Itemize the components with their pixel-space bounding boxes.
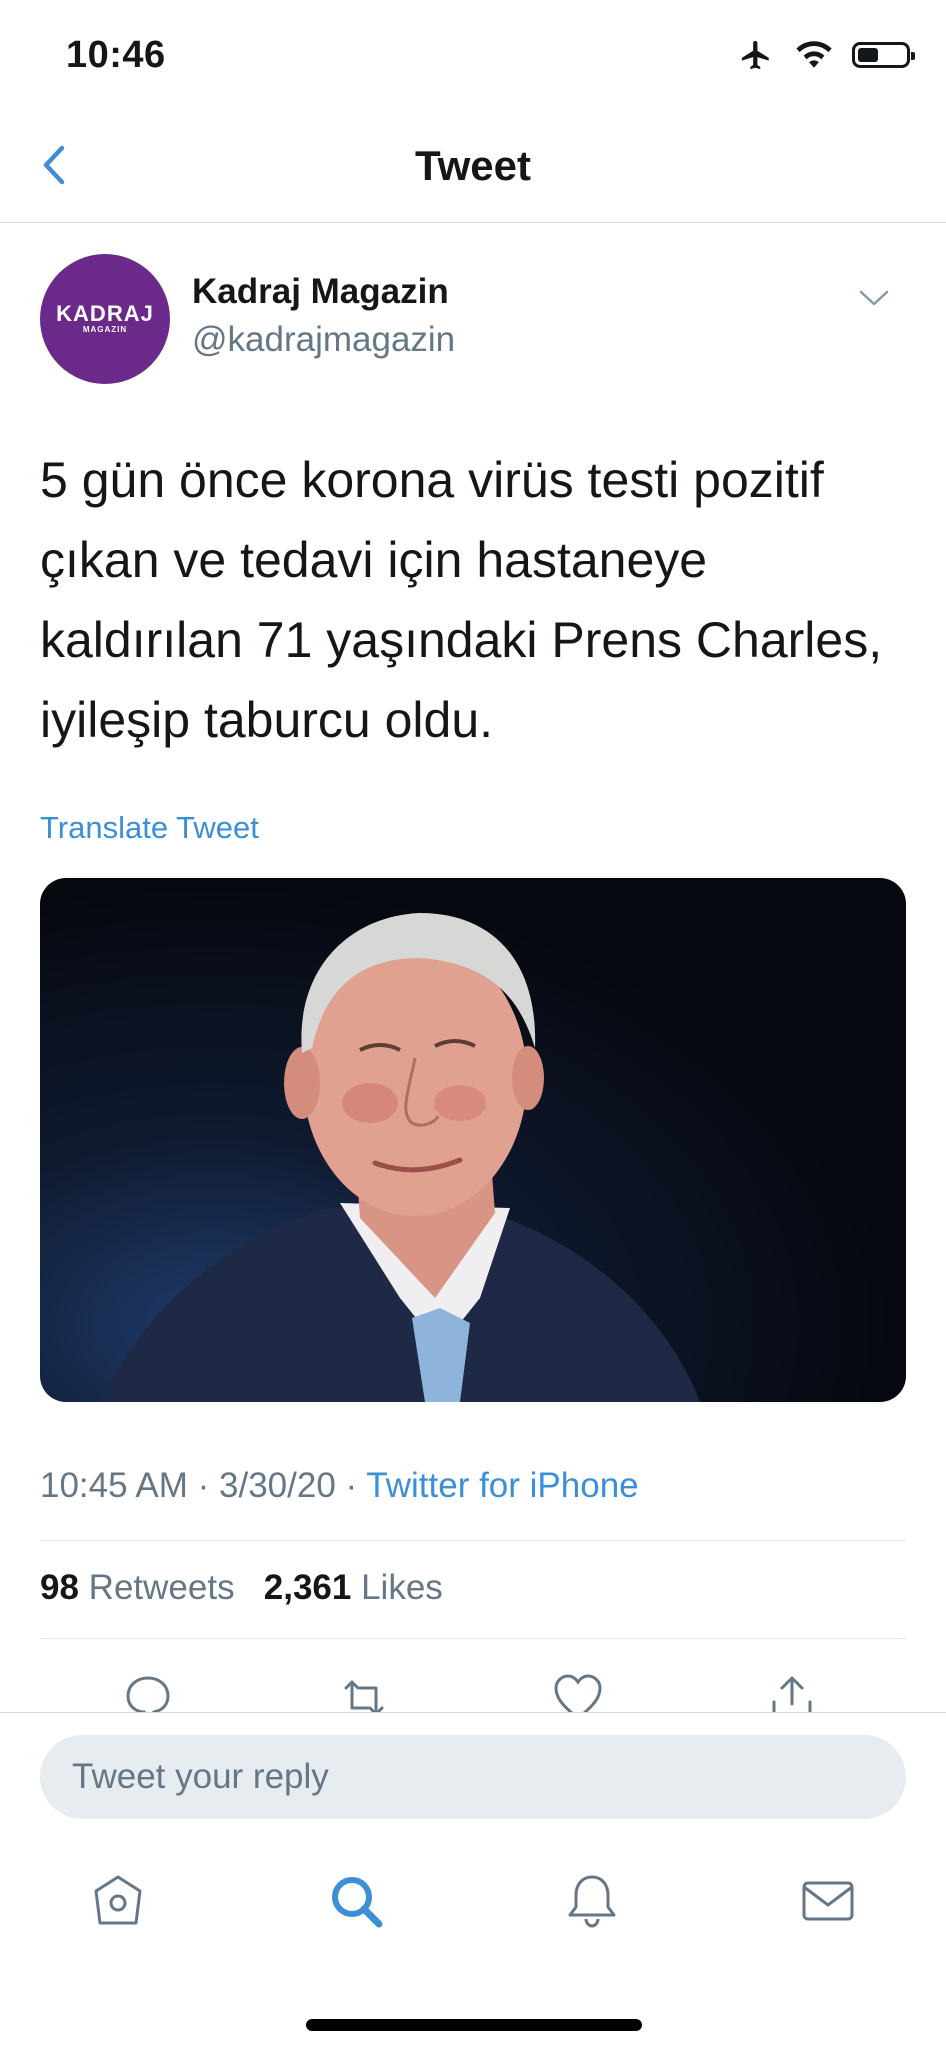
reply-input[interactable]	[40, 1735, 906, 1819]
divider	[40, 1540, 906, 1541]
nav-header: Tweet	[0, 110, 946, 223]
tweet-photo[interactable]	[40, 878, 906, 1402]
tweet-date: 3/30/20	[219, 1466, 336, 1505]
author-name[interactable]: Kadraj Magazin	[192, 272, 449, 312]
avatar-logo-subtext: MAGAZIN	[82, 325, 128, 334]
status-time: 10:46	[66, 34, 166, 76]
tab-bar	[0, 1863, 946, 1953]
home-indicator	[306, 2019, 642, 2031]
messages-envelope-icon[interactable]	[798, 1871, 858, 1931]
like-heart-icon[interactable]	[552, 1672, 604, 1712]
retweets-count: 98	[40, 1568, 79, 1607]
battery-icon	[852, 42, 915, 68]
retweets-stat[interactable]: 98 Retweets	[40, 1568, 235, 1607]
tweet-actions	[0, 1660, 946, 1712]
wifi-icon	[796, 41, 832, 68]
likes-count: 2,361	[263, 1568, 352, 1607]
notifications-bell-icon[interactable]	[562, 1871, 622, 1931]
retweets-label: Retweets	[88, 1568, 235, 1607]
likes-label: Likes	[361, 1568, 443, 1607]
meta-separator: ·	[197, 1466, 220, 1505]
tweet-source-link[interactable]: Twitter for iPhone	[366, 1466, 638, 1505]
divider	[40, 1638, 906, 1639]
share-icon[interactable]	[766, 1672, 818, 1712]
home-icon[interactable]	[88, 1871, 148, 1931]
tweet-time: 10:45 AM	[40, 1466, 188, 1505]
tweet-stats: 98 Retweets 2,361 Likes	[40, 1568, 443, 1608]
airplane-icon	[741, 40, 769, 70]
retweet-icon[interactable]	[338, 1672, 390, 1712]
reply-area	[0, 1712, 946, 2049]
likes-stat[interactable]: 2,361 Likes	[264, 1568, 443, 1607]
tweet-text: 5 gün önce korona virüs testi pozitif çı…	[40, 452, 883, 748]
avatar-logo-text: KADRAJ	[56, 301, 154, 326]
search-icon[interactable]	[326, 1871, 386, 1931]
page-title: Tweet	[415, 142, 531, 189]
tweet-meta: 10:45 AM · 3/30/20 · Twitter for iPhone	[40, 1466, 639, 1506]
status-bar: 10:46	[0, 0, 946, 110]
portrait-illustration	[100, 913, 700, 1402]
chevron-down-icon[interactable]	[856, 282, 892, 312]
status-icons	[736, 38, 915, 72]
meta-separator: ·	[345, 1466, 367, 1505]
author-handle[interactable]: @kadrajmagazin	[192, 320, 455, 360]
avatar[interactable]: KADRAJ MAGAZIN	[40, 254, 170, 384]
translate-tweet-link[interactable]: Translate Tweet	[40, 810, 259, 846]
reply-icon[interactable]	[122, 1672, 174, 1712]
